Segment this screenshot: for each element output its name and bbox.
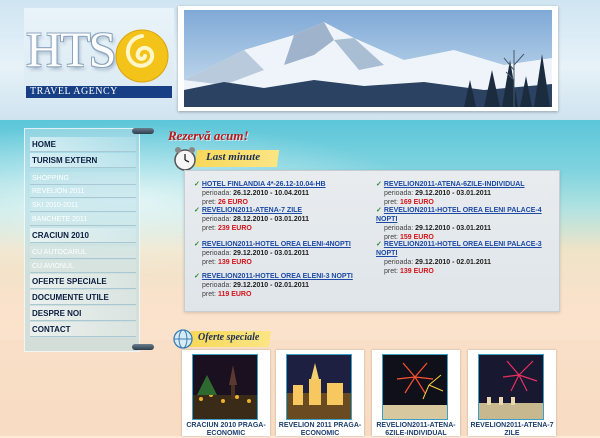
period-label: perioada:	[202, 190, 232, 197]
period-label: perioada:	[202, 282, 232, 289]
offer-price: 239 EURO	[217, 225, 252, 232]
period-label: perioada:	[384, 225, 414, 232]
scroll-handle-top-icon	[132, 128, 154, 134]
sun-logo-icon	[115, 29, 169, 83]
offer-price: 26 EURO	[217, 199, 248, 206]
check-icon: ✓	[376, 207, 382, 214]
offer-period: 29.12.2010 - 02.01.2011	[233, 282, 310, 289]
offer-link[interactable]: REVELION2011-ATENA-6ZILE-INDIVIDUAL	[384, 181, 525, 188]
sidebar-item[interactable]: CRACIUN 2010	[30, 228, 136, 243]
offer-price: 169 EURO	[399, 199, 434, 206]
offer-link[interactable]: REVELION2011-HOTEL OREA ELENI PALACE-3 N…	[376, 241, 542, 257]
price-label: pret:	[202, 199, 217, 206]
offer-link[interactable]: HOTEL FINLANDIA 4*-26.12-10.04-HB	[202, 181, 326, 188]
offer-price: 139 EURO	[399, 268, 434, 275]
offer-period: 29.12.2010 - 03.01.2011	[415, 225, 492, 232]
sidebar-item[interactable]: DOCUMENTE UTILE	[30, 290, 136, 305]
offer-link[interactable]: REVELION2011-HOTEL OREA ELENI PALACE-4 N…	[376, 207, 542, 223]
check-icon: ✓	[194, 181, 200, 188]
logo-text[interactable]: HTS	[26, 20, 116, 78]
offer-period: 28.12.2010 - 03.01.2011	[233, 216, 310, 223]
price-label: pret:	[202, 225, 217, 232]
logo-tagline: TRAVEL AGENCY	[26, 86, 172, 98]
offer-item: ✓ REVELION2011-HOTEL OREA ELENI-3 NOPTI pe…	[194, 272, 366, 299]
check-icon: ✓	[194, 273, 200, 280]
offer-period: 29.12.2010 - 02.01.2011	[415, 259, 492, 266]
price-label: pret:	[202, 259, 217, 266]
check-icon: ✓	[376, 241, 382, 248]
globe-icon	[173, 329, 193, 349]
sidebar-item[interactable]: HOME	[30, 137, 136, 152]
sidebar-item[interactable]: REVELION 2011	[30, 185, 136, 198]
offer-card[interactable]: CRACIUN 2010 PRAGA-ECONOMIC	[182, 350, 270, 437]
offer-link[interactable]: REVELION2011-ATENA-7 ZILE	[202, 207, 302, 214]
sidebar-item[interactable]: TURISM EXTERN	[30, 153, 136, 168]
offer-link[interactable]: REVELION2011-HOTEL OREA ELENI-4NOPTI	[202, 241, 351, 248]
offer-item: ✓ REVELION2011-ATENA-7 ZILE perioada: 28.1…	[194, 206, 366, 233]
offer-item: ✓ REVELION2011-HOTEL OREA ELENI PALACE-4 …	[376, 206, 548, 242]
offer-price: 139 EURO	[217, 259, 252, 266]
last-minute-title: Last minute	[206, 151, 261, 163]
price-label: pret:	[384, 268, 399, 275]
check-icon: ✓	[194, 207, 200, 214]
period-label: perioada:	[384, 259, 414, 266]
period-label: perioada:	[202, 216, 232, 223]
fireworks-image[interactable]	[478, 354, 544, 420]
sidebar-item[interactable]: OFERTE SPECIALE	[30, 274, 136, 289]
sidebar-item[interactable]: CU AUTOCARUL	[30, 246, 136, 259]
offer-link[interactable]: REVELION2011-HOTEL OREA ELENI-3 NOPTI	[202, 273, 353, 280]
athens-fireworks-image[interactable]	[382, 354, 448, 420]
offer-period: 26.12.2010 - 10.04.2011	[233, 190, 310, 197]
offer-period: 29.12.2010 - 03.01.2011	[415, 190, 492, 197]
sidebar-item[interactable]: CONTACT	[30, 322, 136, 337]
offer-card[interactable]: REVELION2011-ATENA-7 ZILE	[468, 350, 556, 437]
price-label: pret:	[202, 291, 217, 298]
sidebar-item[interactable]: DESPRE NOI	[30, 306, 136, 321]
special-offers-title: Oferte speciale	[198, 332, 260, 343]
check-icon: ✓	[194, 241, 200, 248]
sidebar-item[interactable]: SKI 2010-2011	[30, 199, 136, 212]
offer-item: ✓ REVELION2011-ATENA-6ZILE-INDIVIDUAL peri…	[376, 180, 548, 207]
offer-item: ✓ REVELION2011-HOTEL OREA ELENI PALACE-3 …	[376, 240, 548, 276]
offer-period: 29.12.2010 - 03.01.2011	[233, 250, 310, 257]
offer-card[interactable]: REVELION 2011 PRAGA-ECONOMIC	[276, 350, 364, 437]
check-icon: ✓	[376, 181, 382, 188]
sidebar-item[interactable]: CU AVIONUL	[30, 260, 136, 273]
period-label: perioada:	[384, 190, 414, 197]
sidebar-item[interactable]: SHOPPING	[30, 172, 136, 185]
offer-card[interactable]: REVELION2011-ATENA-6ZILE-INDIVIDUAL	[372, 350, 460, 437]
offer-price: 119 EURO	[217, 291, 252, 298]
praga-christmas-image[interactable]	[192, 354, 258, 420]
price-label: pret:	[384, 199, 399, 206]
mountain-landscape-image	[184, 10, 552, 107]
sidebar-item[interactable]: BANCHETE 2011	[30, 213, 136, 226]
offer-item: ✓ HOTEL FINLANDIA 4*-26.12-10.04-HB perioa…	[194, 180, 366, 207]
alarm-clock-icon	[174, 147, 196, 171]
scroll-handle-bottom-icon	[132, 344, 154, 350]
book-now-heading[interactable]: Rezervă acum!	[168, 128, 249, 144]
offer-item: ✓ REVELION2011-HOTEL OREA ELENI-4NOPTI per…	[194, 240, 366, 267]
header-banner-image	[178, 6, 558, 111]
praga-night-image[interactable]	[286, 354, 352, 420]
period-label: perioada:	[202, 250, 232, 257]
